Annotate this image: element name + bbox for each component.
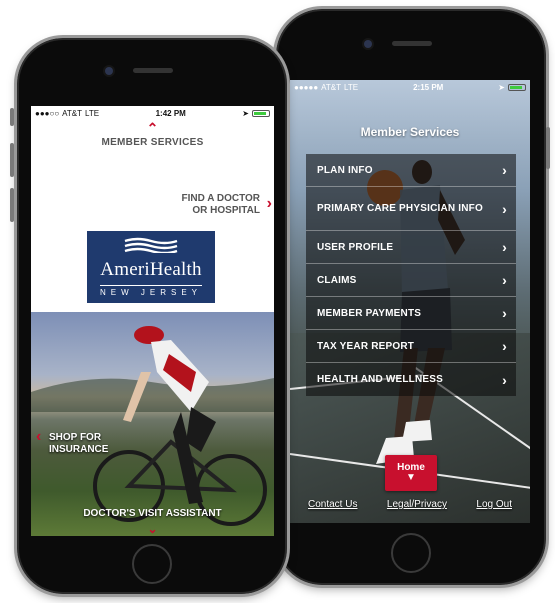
earpiece-speaker (392, 41, 432, 46)
status-bar: ●●●●● AT&T LTE 2:15 PM ➤ (290, 80, 530, 94)
menu-item-claims[interactable]: CLAIMS › (306, 264, 516, 297)
chevron-right-icon: › (502, 200, 507, 217)
left-phone: ●●●○○ AT&T LTE 1:42 PM ➤ ⌃ MEMBER SERVIC… (10, 35, 290, 597)
side-button (546, 127, 550, 169)
home-button[interactable]: Home ▼ (385, 455, 437, 491)
amerihealth-logo: AmeriHealth NEW JERSEY (87, 231, 215, 303)
status-bar: ●●●○○ AT&T LTE 1:42 PM ➤ (31, 106, 274, 120)
logo-sub: NEW JERSEY (99, 285, 202, 297)
menu-item-primary-care-physician-info[interactable]: PRIMARY CARE PHYSICIAN INFO › (306, 187, 516, 231)
chevron-down-icon[interactable]: ⌄ (147, 522, 157, 536)
flag-icon (124, 237, 178, 253)
menu-item-label: CLAIMS (317, 274, 357, 286)
doctors-visit-assistant-link[interactable]: DOCTOR'S VISIT ASSISTANT (31, 508, 274, 520)
cyclist-illustration (31, 326, 274, 526)
menu-item-member-payments[interactable]: MEMBER PAYMENTS › (306, 297, 516, 330)
chevron-down-icon: ▼ (406, 472, 416, 483)
chevron-right-icon: › (502, 162, 507, 178)
shop-insurance-link[interactable]: SHOP FOR INSURANCE (49, 432, 108, 456)
location-icon: ➤ (242, 108, 249, 118)
side-button (10, 188, 14, 222)
menu-item-label: PLAN INFO (317, 164, 373, 176)
shop-line1: SHOP FOR (49, 432, 102, 443)
network-label: LTE (85, 108, 100, 118)
carrier-label: AT&T (62, 108, 83, 118)
shop-line2: INSURANCE (49, 444, 109, 455)
menu-item-label: PRIMARY CARE PHYSICIAN INFO (317, 202, 483, 214)
location-icon: ➤ (498, 82, 505, 92)
right-phone: ●●●●● AT&T LTE 2:15 PM ➤ Member Services… (273, 6, 550, 588)
menu-item-label: TAX YEAR REPORT (317, 340, 415, 352)
chevron-up-icon[interactable]: ⌃ (147, 121, 159, 135)
find-doctor-link[interactable]: FIND A DOCTOR OR HOSPITAL (181, 193, 260, 217)
front-camera (364, 40, 372, 48)
side-button (10, 108, 14, 126)
member-services-menu: PLAN INFO › PRIMARY CARE PHYSICIAN INFO … (306, 154, 516, 396)
battery-icon (251, 109, 270, 117)
menu-item-plan-info[interactable]: PLAN INFO › (306, 154, 516, 187)
cyclist-image: ‹ SHOP FOR INSURANCE DOCTOR'S VISIT ASSI… (31, 312, 274, 536)
battery-icon (507, 83, 526, 91)
footer-links: Contact Us Legal/Privacy Log Out (290, 499, 530, 510)
network-label: LTE (344, 82, 359, 92)
log-out-link[interactable]: Log Out (476, 499, 512, 510)
chevron-right-icon: › (502, 371, 507, 388)
chevron-right-icon: › (502, 338, 507, 354)
contact-us-link[interactable]: Contact Us (308, 499, 357, 510)
earpiece-speaker (133, 68, 173, 73)
legal-privacy-link[interactable]: Legal/Privacy (387, 499, 447, 510)
find-doctor-line2: OR HOSPITAL (192, 205, 260, 216)
chevron-right-icon: › (502, 272, 507, 288)
clock: 1:42 PM (155, 108, 186, 118)
right-screen: ●●●●● AT&T LTE 2:15 PM ➤ Member Services… (290, 80, 530, 523)
page-title: Member Services (360, 125, 460, 139)
menu-item-label: MEMBER PAYMENTS (317, 307, 422, 319)
chevron-right-icon: › (502, 239, 507, 255)
logo-brand: AmeriHealth (100, 259, 202, 280)
left-screen: ●●●○○ AT&T LTE 1:42 PM ➤ ⌃ MEMBER SERVIC… (31, 106, 274, 536)
menu-item-tax-year-report[interactable]: TAX YEAR REPORT › (306, 330, 516, 363)
signal-icon: ●●●●● (294, 82, 319, 92)
page-title: MEMBER SERVICES (101, 137, 204, 148)
menu-item-user-profile[interactable]: USER PROFILE › (306, 231, 516, 264)
physical-home-button[interactable] (132, 544, 172, 584)
chevron-right-icon: › (502, 305, 507, 321)
menu-item-label: USER PROFILE (317, 241, 394, 253)
signal-icon: ●●●○○ (35, 108, 60, 118)
physical-home-button[interactable] (391, 533, 431, 573)
menu-item-health-and-wellness[interactable]: HEALTH AND WELLNESS › (306, 363, 516, 396)
carrier-label: AT&T (321, 82, 342, 92)
menu-item-label: HEALTH AND WELLNESS (317, 374, 444, 385)
chevron-right-icon[interactable]: › (267, 195, 272, 213)
find-doctor-line1: FIND A DOCTOR (181, 193, 260, 204)
chevron-left-icon[interactable]: ‹ (36, 428, 41, 446)
side-button (10, 143, 14, 177)
front-camera (105, 67, 113, 75)
clock: 2:15 PM (413, 82, 444, 92)
